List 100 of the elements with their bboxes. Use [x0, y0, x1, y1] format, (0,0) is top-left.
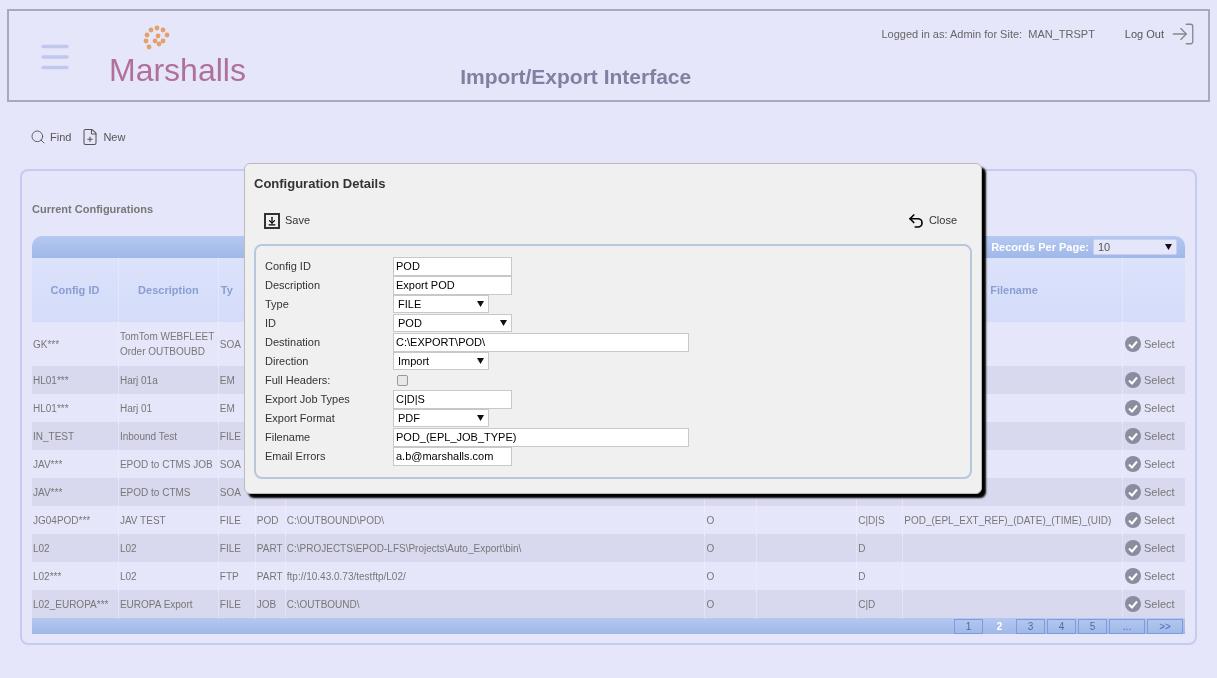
page-button[interactable]: >> — [1147, 618, 1183, 634]
table-cell-text: O — [706, 569, 715, 584]
table-cell-text: GK*** — [33, 337, 60, 352]
table-cell-text: ftp://10.43.0.73/testftp/L02/ — [286, 569, 406, 584]
field-label: ID — [265, 315, 277, 331]
table-cell-text: O — [706, 597, 715, 612]
column-header[interactable]: Description — [138, 281, 199, 299]
table-cell-text: JOB — [256, 597, 277, 612]
check-circle-icon — [1125, 484, 1142, 500]
table-cell-text: PART — [256, 569, 283, 584]
check-circle-icon — [1125, 428, 1142, 444]
dropdown-field[interactable]: PDF — [393, 409, 489, 427]
table-cell-text: L02 — [119, 569, 137, 584]
column-header[interactable]: Filename — [990, 281, 1038, 299]
save-icon — [264, 212, 280, 229]
page-button[interactable]: 1 — [954, 618, 983, 634]
text-field[interactable]: POD — [393, 256, 512, 276]
check-circle-icon — [1125, 512, 1142, 528]
table-cell-text: L02*** — [33, 569, 62, 584]
page-button[interactable]: 4 — [1047, 618, 1076, 634]
table-cell-text: O — [706, 541, 715, 556]
field-label: Full Headers: — [265, 372, 332, 388]
column-header[interactable]: Ty — [220, 281, 233, 299]
check-circle-icon — [1125, 596, 1142, 612]
table-cell-text: JAV*** — [33, 485, 63, 500]
table-cell-text: EPOD to CTMS JOB — [119, 457, 213, 472]
table-cell-text: FILE — [219, 541, 241, 556]
table-cell-text: JG04POD*** — [33, 513, 91, 528]
table-cell-text: PART — [256, 541, 283, 556]
table-cell-text: TomTom WEBFLEET Order OUTBOUBD — [119, 330, 216, 359]
select-button[interactable]: Select — [1125, 335, 1175, 353]
table-cell-text: FILE — [219, 597, 241, 612]
logo-wordmark: Marshalls — [109, 55, 246, 85]
back-arrow-icon — [906, 211, 925, 230]
logout-button[interactable]: Log Out — [1124, 21, 1196, 47]
table-cell-text: JAV*** — [33, 457, 63, 472]
checkbox[interactable] — [397, 374, 408, 386]
table-cell-text: Harj 01 — [119, 401, 153, 416]
dropdown-arrow-icon — [1165, 244, 1172, 250]
save-button[interactable]: Save — [264, 211, 311, 230]
records-per-page-select[interactable]: 10 — [1093, 239, 1177, 255]
find-button[interactable]: Find — [30, 128, 72, 146]
select-button[interactable]: Select — [1125, 427, 1175, 445]
check-circle-icon — [1125, 568, 1142, 584]
table-cell-text: Harj 01a — [119, 373, 158, 388]
dropdown-arrow-icon — [477, 358, 484, 364]
table-cell-text: L02 — [119, 541, 137, 556]
page-button[interactable]: 5 — [1078, 618, 1107, 634]
text-field[interactable]: POD_(EPL_JOB_TYPE) — [393, 427, 689, 447]
table-cell-text: C:\OUTBOUND\ — [286, 597, 360, 612]
field-label: Type — [265, 296, 290, 312]
page-button[interactable]: 3 — [1016, 618, 1045, 634]
dropdown-field[interactable]: POD — [393, 314, 512, 332]
table-cell-text: EUROPA Export — [119, 597, 193, 612]
search-icon — [30, 129, 46, 145]
table-cell-text: POD_(EPL_EXT_REF)_(DATE)_(TIME)_(UID) — [904, 513, 1112, 528]
table-cell-text: IN_TEST — [33, 429, 75, 444]
table-cell-text: HL01*** — [33, 401, 69, 416]
select-button[interactable]: Select — [1125, 483, 1175, 501]
dropdown-field[interactable]: Import — [393, 352, 489, 370]
table-cell-text: SOA — [219, 457, 241, 472]
select-button[interactable]: Select — [1125, 567, 1175, 585]
select-button[interactable]: Select — [1125, 511, 1175, 529]
table-cell-text: C|D|S — [858, 513, 885, 528]
select-button[interactable]: Select — [1125, 371, 1175, 389]
dropdown-field[interactable]: FILE — [393, 295, 489, 313]
table-cell-text: SOA — [219, 485, 241, 500]
select-button[interactable]: Select — [1125, 539, 1175, 557]
field-label: Export Format — [265, 410, 336, 426]
select-button[interactable]: Select — [1125, 399, 1175, 417]
table-cell-text: EM — [219, 373, 235, 388]
table-cell-text: HL01*** — [33, 373, 69, 388]
select-button[interactable]: Select — [1125, 595, 1175, 613]
login-info: Logged in as: Admin for Site: MAN_TRSPT — [881, 27, 1095, 42]
table-cell-text: POD — [256, 513, 279, 528]
table-cell-text: C:\PROJECTS\EPOD-LFS\Projects\Auto_Export\bin\ — [286, 541, 522, 556]
logout-icon — [1170, 21, 1196, 47]
page-button[interactable]: ... — [1109, 618, 1145, 634]
column-header[interactable]: Config ID — [50, 281, 100, 299]
dropdown-arrow-icon — [477, 301, 484, 307]
table-cell-text: L02_EUROPA*** — [33, 597, 109, 612]
close-button[interactable]: Close — [906, 211, 962, 230]
check-circle-icon — [1125, 400, 1142, 416]
select-button[interactable]: Select — [1125, 455, 1175, 473]
field-label: Description — [265, 277, 322, 293]
table-cell-text: L02 — [33, 541, 50, 556]
check-circle-icon — [1125, 540, 1142, 556]
records-per-page-label: Records Per Page: — [991, 239, 1089, 255]
text-field[interactable]: C|D|S — [393, 389, 512, 409]
table-cell-text: C:\OUTBOUND\POD\ — [286, 513, 384, 528]
field-label: Destination — [265, 334, 322, 350]
check-circle-icon — [1125, 336, 1142, 352]
text-field[interactable]: C:\EXPORT\POD\ — [393, 332, 689, 352]
field-label: Email Errors — [265, 448, 327, 464]
dropdown-arrow-icon — [500, 320, 507, 326]
table-cell-text: EM — [219, 401, 235, 416]
new-button[interactable]: New — [81, 128, 126, 146]
panel-title: Current Configurations — [32, 203, 153, 215]
page-title: Import/Export Interface — [460, 63, 692, 90]
table-cell-text: SOA — [219, 337, 241, 352]
